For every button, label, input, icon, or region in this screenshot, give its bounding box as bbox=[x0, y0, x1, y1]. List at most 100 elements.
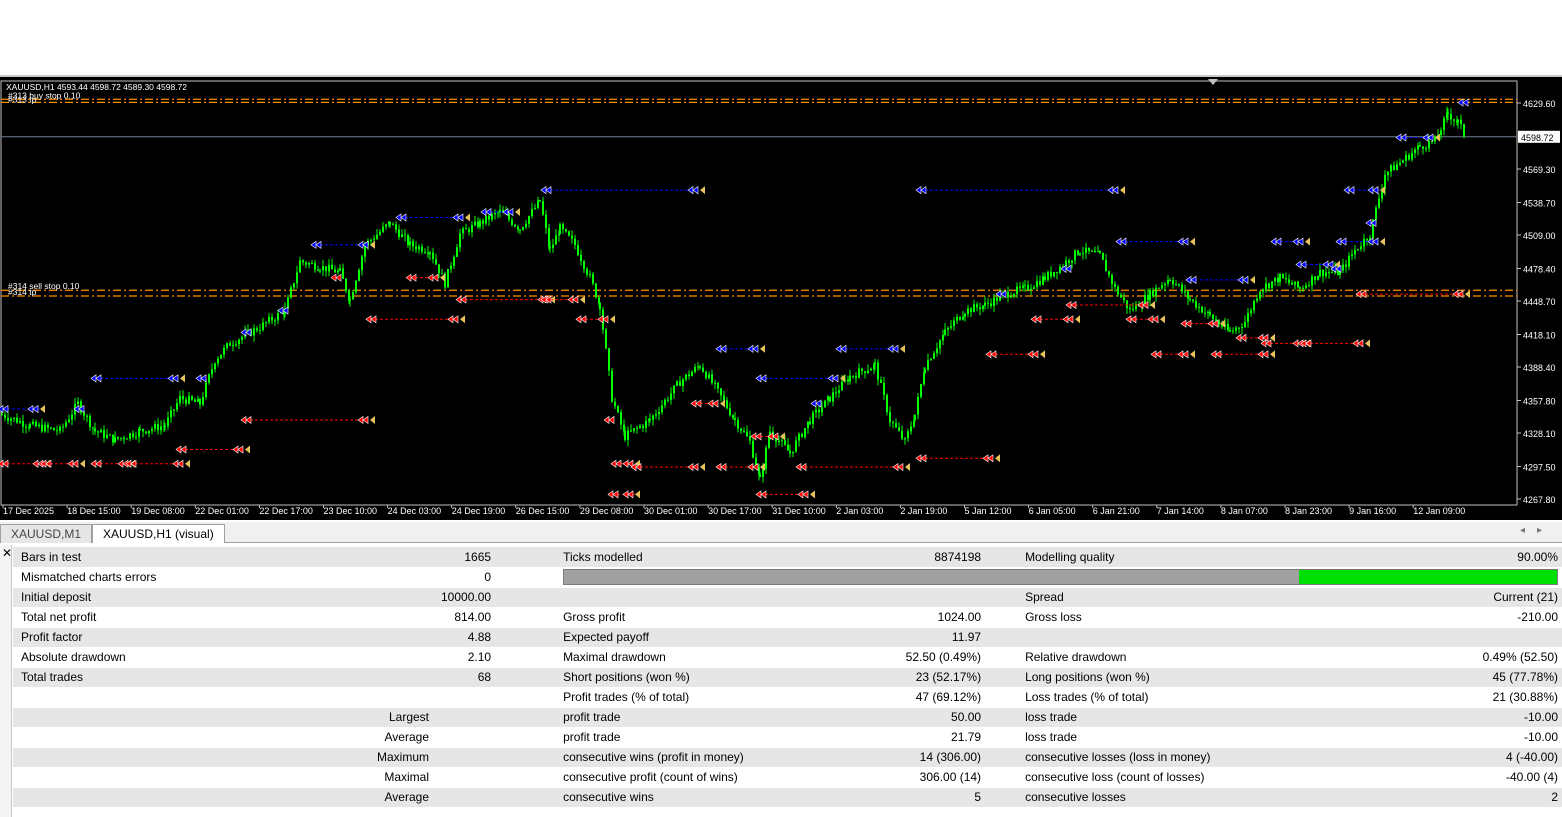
candle-body bbox=[630, 430, 632, 432]
report-cell: Bars in test bbox=[13, 547, 433, 568]
candle-body bbox=[305, 262, 307, 265]
candle-body bbox=[135, 436, 137, 438]
trade-arrow-icon bbox=[832, 374, 839, 383]
price-axis-label: 4509.00 bbox=[1523, 231, 1556, 241]
report-cell: 4 (-40.00) bbox=[1317, 747, 1562, 768]
candle-body bbox=[752, 440, 754, 458]
report-table: Bars in test 1665 Ticks modelled 8874198 Mod… bbox=[13, 547, 1562, 808]
candle-body bbox=[62, 426, 64, 428]
tab-xauusd-h1-visual[interactable]: XAUUSD,H1 (visual) bbox=[92, 524, 225, 543]
candle-body bbox=[545, 214, 547, 229]
candle-body bbox=[103, 430, 105, 438]
candle-body bbox=[176, 403, 178, 410]
candle-body bbox=[649, 418, 651, 420]
candle-body bbox=[50, 427, 52, 429]
candle-body bbox=[462, 228, 464, 234]
candle-body bbox=[1235, 327, 1237, 331]
report-cell: Expected payoff bbox=[527, 627, 808, 648]
tab-xauusd-m1[interactable]: XAUUSD,M1 bbox=[0, 524, 93, 543]
trade-arrow-icon bbox=[1365, 218, 1372, 228]
candle-body bbox=[349, 299, 351, 301]
trade-arrow-icon bbox=[1292, 237, 1299, 246]
candle-body bbox=[586, 268, 588, 275]
trade-arrow-icon bbox=[1292, 339, 1299, 348]
candle-body bbox=[38, 424, 40, 427]
trade-arrow-icon bbox=[1035, 315, 1042, 324]
candle-body bbox=[65, 422, 67, 427]
candle-body bbox=[939, 340, 941, 349]
tab-scroll-arrows-icon[interactable]: ◂▸ bbox=[1520, 525, 1554, 536]
price-chart[interactable]: 4629.60 4569.30 4538.70 4509.00 4478.40 4448.… bbox=[0, 77, 1562, 520]
candle-body bbox=[1259, 291, 1261, 299]
time-axis-label: 8 Jan 23:00 bbox=[1285, 506, 1332, 516]
trade-arrow-icon bbox=[117, 459, 124, 468]
report-cell: Initial deposit bbox=[13, 587, 433, 608]
trade-arrow-icon bbox=[755, 374, 762, 383]
candle-body bbox=[964, 313, 966, 317]
candle-body bbox=[465, 228, 467, 230]
candle-body bbox=[1325, 272, 1327, 277]
candle-body bbox=[1417, 145, 1419, 150]
candle-body bbox=[867, 370, 869, 374]
candle-body bbox=[1227, 324, 1229, 331]
candle-body bbox=[910, 426, 912, 432]
close-marker-icon bbox=[1150, 301, 1155, 310]
report-cell bbox=[433, 707, 528, 728]
candle-body bbox=[652, 415, 654, 420]
candle-body bbox=[438, 264, 440, 274]
close-marker-icon bbox=[700, 463, 705, 472]
report-cell: 52.50 (0.49%) bbox=[807, 647, 1018, 668]
trade-arrow-icon bbox=[1352, 339, 1359, 348]
candle-body bbox=[1019, 286, 1021, 288]
report-cell: -10.00 bbox=[1317, 727, 1562, 748]
report-cell: loss trade bbox=[1017, 727, 1318, 748]
candle-body bbox=[429, 252, 431, 255]
trade-arrow-icon bbox=[1182, 350, 1189, 359]
candle-body bbox=[1164, 283, 1166, 286]
candle-body bbox=[409, 241, 411, 246]
candle-body bbox=[1363, 239, 1365, 247]
trade-arrow-icon bbox=[990, 350, 997, 359]
candle-body bbox=[708, 374, 710, 379]
price-axis-label: 4418.10 bbox=[1523, 330, 1556, 340]
candle-body bbox=[235, 344, 237, 346]
close-marker-icon bbox=[1075, 315, 1080, 324]
report-cell: 50.00 bbox=[807, 707, 1018, 728]
order-label: #314 tp bbox=[8, 287, 37, 297]
candle-body bbox=[319, 270, 321, 272]
candle-body bbox=[1192, 299, 1194, 302]
candle-body bbox=[723, 395, 725, 401]
candle-body bbox=[256, 328, 258, 331]
modelling-quality-bar-cell bbox=[527, 567, 1562, 588]
candle-body bbox=[933, 353, 935, 359]
candle-body bbox=[262, 322, 264, 330]
candle-body bbox=[907, 431, 909, 439]
candle-body bbox=[608, 348, 610, 371]
report-cell: loss trade bbox=[1017, 707, 1318, 728]
candle-body bbox=[847, 379, 849, 382]
close-icon[interactable]: ✕ bbox=[2, 546, 12, 560]
report-cell: 21 (30.88%) bbox=[1317, 687, 1562, 708]
price-axis-label: 4569.30 bbox=[1523, 165, 1556, 175]
trade-arrow-icon bbox=[1262, 350, 1269, 359]
candle-body bbox=[970, 308, 972, 313]
time-axis-label: 23 Dec 10:00 bbox=[324, 506, 378, 516]
trade-arrow-icon bbox=[897, 462, 904, 472]
candle-body bbox=[624, 431, 626, 440]
trade-arrow-icon bbox=[755, 490, 762, 499]
trade-arrow-icon bbox=[1065, 300, 1072, 310]
trade-arrow-icon bbox=[200, 374, 207, 383]
candle-body bbox=[1024, 284, 1026, 286]
strategy-tester-report: ✕ Bars in test 1665 Ticks modelled 8874198 M… bbox=[0, 545, 1562, 817]
candle-body bbox=[886, 394, 888, 413]
candle-body bbox=[120, 437, 122, 439]
candle-body bbox=[1126, 300, 1128, 309]
candle-body bbox=[568, 231, 570, 236]
trade-arrow-icon bbox=[1270, 237, 1277, 246]
candle-body bbox=[1447, 112, 1449, 114]
trade-arrow-icon bbox=[240, 415, 247, 425]
chart-window[interactable]: 4629.60 4569.30 4538.70 4509.00 4478.40 4448.… bbox=[0, 75, 1562, 520]
candle-body bbox=[1419, 145, 1421, 147]
candle-body bbox=[322, 266, 324, 271]
trade-arrow-icon bbox=[892, 462, 899, 472]
